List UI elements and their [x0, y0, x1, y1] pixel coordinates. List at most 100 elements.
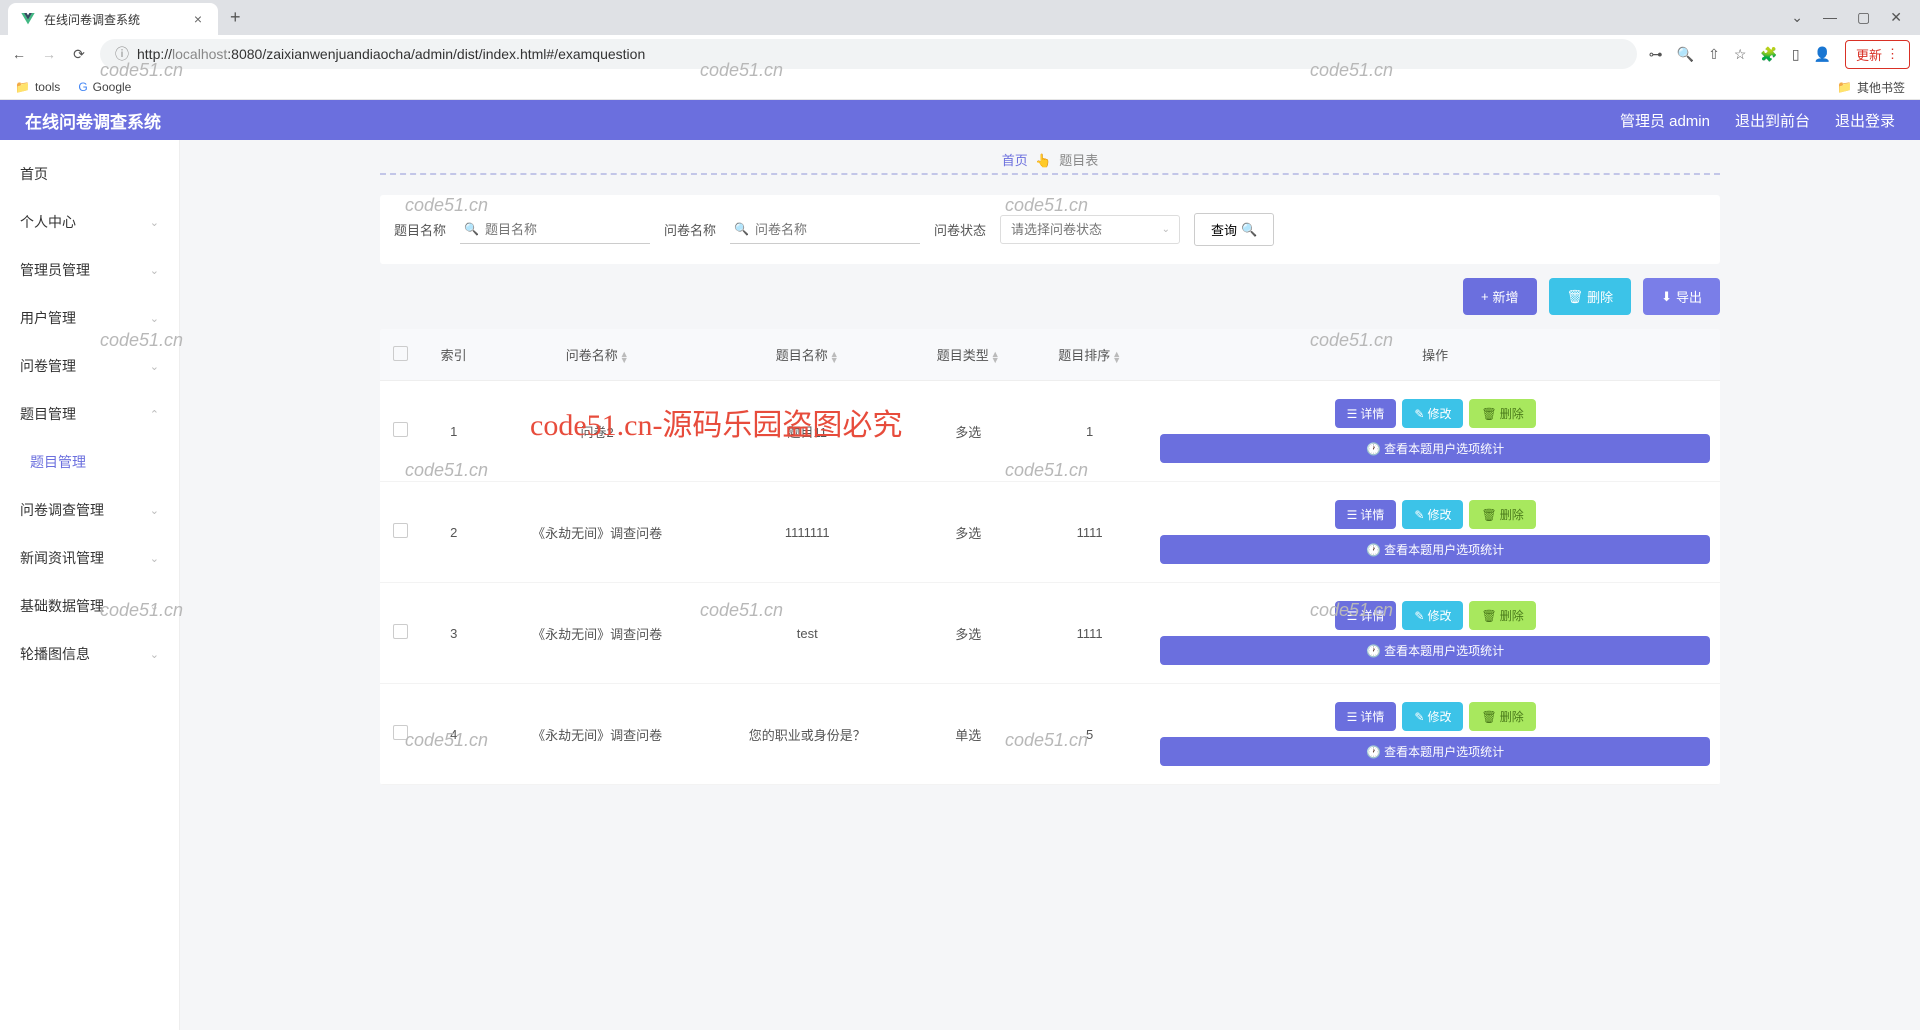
cell-ops: ☰ 详情 ✎ 修改 🗑 删除 🕐 查看本题用户选项统计 — [1150, 381, 1720, 482]
zoom-icon[interactable]: 🔍 — [1677, 46, 1694, 63]
edit-button[interactable]: ✎ 修改 — [1402, 500, 1463, 529]
url-bar[interactable]: ⓘ http://localhost:8080/zaixianwenjuandi… — [100, 39, 1637, 69]
bookmark-tools[interactable]: 📁tools — [15, 80, 60, 94]
delete-button[interactable]: 🗑删除 — [1549, 278, 1632, 315]
chevron-down-icon[interactable]: ⌄ — [1791, 9, 1803, 26]
cell-survey: 《永劫无间》调查问卷 — [487, 583, 707, 684]
cell-index: 2 — [420, 482, 487, 583]
password-icon[interactable]: ⊶ — [1649, 46, 1663, 63]
sidebar-item-survey-mgmt[interactable]: 问卷调查管理⌄ — [0, 486, 179, 534]
vue-favicon — [20, 11, 36, 27]
close-icon[interactable]: × — [190, 11, 206, 27]
list-icon: ☰ — [1347, 609, 1358, 623]
trash-icon: 🗑 — [1481, 609, 1496, 623]
window-close-icon[interactable]: ✕ — [1890, 9, 1902, 26]
back-icon[interactable]: ← — [10, 46, 28, 62]
sidebar-item-user[interactable]: 用户管理⌄ — [0, 294, 179, 342]
update-button[interactable]: 更新 ⋮ — [1845, 40, 1910, 69]
admin-label[interactable]: 管理员 admin — [1620, 110, 1710, 131]
detail-button[interactable]: ☰ 详情 — [1335, 500, 1397, 529]
minimize-icon[interactable]: — — [1823, 9, 1837, 26]
table-row: 3 《永劫无间》调查问卷 test 多选 1111 ☰ 详情 ✎ 修改 🗑 删除… — [380, 583, 1720, 684]
sidebar-item-basedata[interactable]: 基础数据管理⌄ — [0, 582, 179, 630]
sidebar-item-survey[interactable]: 问卷管理⌄ — [0, 342, 179, 390]
forward-icon[interactable]: → — [40, 46, 58, 62]
sidebar: 首页 个人中心⌄ 管理员管理⌄ 用户管理⌄ 问卷管理⌄ 题目管理⌃ 题目管理 问… — [0, 140, 180, 1030]
stat-button[interactable]: 🕐 查看本题用户选项统计 — [1160, 535, 1710, 564]
detail-button[interactable]: ☰ 详情 — [1335, 399, 1397, 428]
stat-button[interactable]: 🕐 查看本题用户选项统计 — [1160, 636, 1710, 665]
sidebar-item-personal[interactable]: 个人中心⌄ — [0, 198, 179, 246]
cell-index: 3 — [420, 583, 487, 684]
table-row: 2 《永劫无间》调查问卷 1111111 多选 1111 ☰ 详情 ✎ 修改 🗑… — [380, 482, 1720, 583]
col-qtype[interactable]: 题目类型▲▼ — [908, 329, 1029, 381]
col-ops: 操作 — [1150, 329, 1720, 381]
header-right: 管理员 admin 退出到前台 退出登录 — [1620, 110, 1895, 131]
chevron-up-icon: ⌃ — [150, 408, 159, 421]
row-delete-button[interactable]: 🗑 删除 — [1469, 702, 1535, 731]
logout-link[interactable]: 退出登录 — [1835, 110, 1895, 131]
detail-button[interactable]: ☰ 详情 — [1335, 702, 1397, 731]
share-icon[interactable]: ⇧ — [1708, 46, 1720, 63]
hand-icon: 👆 — [1035, 153, 1051, 168]
cell-qorder: 1111 — [1029, 482, 1150, 583]
export-button[interactable]: ⬇导出 — [1643, 278, 1720, 315]
edit-button[interactable]: ✎ 修改 — [1402, 601, 1463, 630]
add-button[interactable]: +新增 — [1463, 278, 1537, 315]
stat-button[interactable]: 🕐 查看本题用户选项统计 — [1160, 434, 1710, 463]
bookmark-icon[interactable]: ☆ — [1734, 46, 1747, 63]
row-delete-button[interactable]: 🗑 删除 — [1469, 601, 1535, 630]
chevron-down-icon: ⌄ — [150, 360, 159, 373]
col-qname[interactable]: 题目名称▲▼ — [707, 329, 908, 381]
profile-icon[interactable]: 👤 — [1814, 46, 1831, 63]
maximize-icon[interactable]: ▢ — [1857, 9, 1870, 26]
sidebar-subitem-question[interactable]: 题目管理 — [0, 438, 179, 486]
edit-button[interactable]: ✎ 修改 — [1402, 702, 1463, 731]
stat-button[interactable]: 🕐 查看本题用户选项统计 — [1160, 737, 1710, 766]
reload-icon[interactable]: ⟳ — [70, 46, 88, 63]
filter-sname-input[interactable] — [730, 216, 920, 244]
filter-qname-input[interactable] — [460, 216, 650, 244]
sidebar-item-home[interactable]: 首页 — [0, 150, 179, 198]
bookmark-other[interactable]: 📁其他书签 — [1837, 79, 1905, 96]
filter-bar: 题目名称 🔍 问卷名称 🔍 问卷状态 ⌄ 查询 🔍 — [380, 195, 1720, 264]
col-index: 索引 — [420, 329, 487, 381]
sidebar-item-question[interactable]: 题目管理⌃ — [0, 390, 179, 438]
breadcrumb-home[interactable]: 首页 — [1002, 153, 1028, 168]
panel-icon[interactable]: ▯ — [1792, 46, 1800, 63]
search-icon: 🔍 — [464, 222, 479, 236]
filter-qname-label: 题目名称 — [394, 220, 446, 239]
row-checkbox[interactable] — [393, 624, 408, 639]
query-button[interactable]: 查询 🔍 — [1194, 213, 1274, 246]
back-to-front-link[interactable]: 退出到前台 — [1735, 110, 1810, 131]
sidebar-item-carousel[interactable]: 轮播图信息⌄ — [0, 630, 179, 678]
cell-qtype: 多选 — [908, 381, 1029, 482]
row-delete-button[interactable]: 🗑 删除 — [1469, 399, 1535, 428]
detail-button[interactable]: ☰ 详情 — [1335, 601, 1397, 630]
cell-qtype: 多选 — [908, 583, 1029, 684]
col-qorder[interactable]: 题目排序▲▼ — [1029, 329, 1150, 381]
search-icon: 🔍 — [1241, 222, 1257, 238]
bookmark-google[interactable]: GGoogle — [78, 80, 131, 94]
col-survey[interactable]: 问卷名称▲▼ — [487, 329, 707, 381]
browser-tab[interactable]: 在线问卷调查系统 × — [8, 3, 218, 35]
extensions-icon[interactable]: 🧩 — [1760, 46, 1777, 63]
row-checkbox[interactable] — [393, 725, 408, 740]
folder-icon: 📁 — [1837, 80, 1852, 94]
cell-qname: 1111111 — [707, 482, 908, 583]
list-icon: ☰ — [1347, 508, 1358, 522]
edit-button[interactable]: ✎ 修改 — [1402, 399, 1463, 428]
new-tab-button[interactable]: + — [230, 7, 241, 28]
row-delete-button[interactable]: 🗑 删除 — [1469, 500, 1535, 529]
filter-status-select[interactable] — [1000, 215, 1180, 244]
row-checkbox[interactable] — [393, 523, 408, 538]
edit-icon: ✎ — [1414, 508, 1424, 522]
chevron-down-icon: ⌄ — [150, 216, 159, 229]
data-table: 索引 问卷名称▲▼ 题目名称▲▼ 题目类型▲▼ 题目排序▲▼ 操作 1 问卷2 … — [380, 329, 1720, 785]
chevron-down-icon: ⌄ — [150, 552, 159, 565]
row-checkbox[interactable] — [393, 422, 408, 437]
tab-title: 在线问卷调查系统 — [44, 11, 190, 28]
sidebar-item-admin[interactable]: 管理员管理⌄ — [0, 246, 179, 294]
select-all-checkbox[interactable] — [393, 346, 408, 361]
sidebar-item-news[interactable]: 新闻资讯管理⌄ — [0, 534, 179, 582]
